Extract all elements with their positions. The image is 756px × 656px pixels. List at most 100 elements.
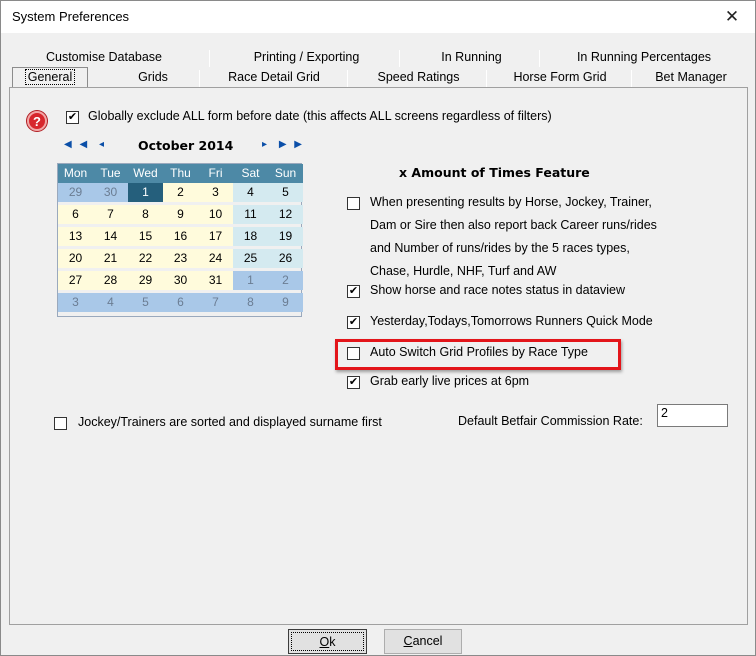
tab-separator (631, 70, 632, 87)
calendar-day[interactable]: 24 (198, 249, 233, 268)
quick-mode-label: Yesterday,Todays,Tomorrows Runners Quick… (370, 314, 653, 328)
calendar-prev-nav: ◀ ◀ ◂ (64, 139, 104, 155)
tab-in-running-percentages[interactable]: In Running Percentages (544, 48, 744, 67)
surname-first-checkbox[interactable] (54, 417, 67, 430)
calendar-day[interactable]: 12 (268, 205, 303, 224)
tab-separator (347, 70, 348, 87)
calendar-day[interactable]: 11 (233, 205, 268, 224)
next-week-icon[interactable]: ▸ (262, 139, 267, 150)
tab-bet-manager[interactable]: Bet Manager (636, 68, 746, 87)
calendar-day[interactable]: 16 (163, 227, 198, 246)
weekday-tue: Tue (100, 166, 121, 180)
calendar-day[interactable]: 25 (233, 249, 268, 268)
calendar-day[interactable]: 29 (128, 271, 163, 290)
tab-horse-form-grid[interactable]: Horse Form Grid (491, 68, 629, 87)
calendar-day[interactable]: 2 (163, 183, 198, 202)
betfair-rate-input[interactable]: 2 (657, 404, 728, 427)
calendar-week-row: 6 7 8 9 10 11 12 (58, 205, 303, 224)
auto-switch-label: Auto Switch Grid Profiles by Race Type (370, 345, 588, 359)
ok-button-focus: Ok (291, 632, 364, 651)
betfair-rate-label: Default Betfair Commission Rate: (458, 414, 643, 428)
prev-month-icon[interactable]: ◀ (79, 139, 87, 150)
calendar-day[interactable]: 4 (233, 183, 268, 202)
prev-year-icon[interactable]: ◀ (64, 139, 72, 150)
weekday-sat: Sat (241, 166, 260, 180)
auto-switch-checkbox[interactable] (347, 347, 360, 360)
next-year-icon[interactable]: ▶ (294, 139, 302, 150)
calendar-day[interactable]: 10 (198, 205, 233, 224)
calendar-day[interactable]: 15 (128, 227, 163, 246)
calendar-weekday-header: Mon Tue Wed Thu Fri Sat Sun (58, 164, 303, 183)
calendar-week-row: 3456789 (58, 293, 303, 312)
calendar-day[interactable]: 17 (198, 227, 233, 246)
quick-mode-checkbox[interactable]: ✔ (347, 316, 360, 329)
calendar-day[interactable]: 1 (128, 183, 163, 202)
calendar-day[interactable]: 4 (93, 293, 128, 312)
exclude-form-label: Globally exclude ALL form before date (t… (88, 109, 552, 123)
calendar-day[interactable]: 6 (163, 293, 198, 312)
calendar-week-row: 13 14 15 16 17 18 19 (58, 227, 303, 246)
calendar-day[interactable]: 27 (58, 271, 93, 290)
calendar-day[interactable]: 30 (93, 183, 128, 202)
calendar-day[interactable]: 8 (233, 293, 268, 312)
calendar-day[interactable]: 3 (198, 183, 233, 202)
calendar-day[interactable]: 26 (268, 249, 303, 268)
career-runs-checkbox[interactable] (347, 197, 360, 210)
tab-separator (209, 50, 210, 67)
calendar-week-row: 29 30 1 2 3 4 5 (58, 183, 303, 202)
calendar-day[interactable]: 9 (163, 205, 198, 224)
question-icon[interactable]: ? (27, 111, 47, 131)
calendar-day[interactable]: 1 (233, 271, 268, 290)
tab-race-detail-grid[interactable]: Race Detail Grid (204, 68, 344, 87)
tab-general-label: General (24, 69, 76, 85)
calendar-day[interactable]: 22 (128, 249, 163, 268)
weekday-fri: Fri (208, 166, 223, 180)
cancel-accel: C (403, 634, 413, 648)
calendar-day[interactable]: 2 (268, 271, 303, 290)
calendar-day[interactable]: 9 (268, 293, 303, 312)
tab-separator (399, 50, 400, 67)
tab-separator (199, 70, 200, 87)
calendar-day[interactable]: 30 (163, 271, 198, 290)
calendar-day[interactable]: 29 (58, 183, 93, 202)
calendar-day[interactable]: 7 (93, 205, 128, 224)
calendar-day[interactable]: 6 (58, 205, 93, 224)
tab-grids[interactable]: Grids (107, 68, 199, 87)
prev-week-icon[interactable]: ◂ (99, 139, 104, 150)
cancel-button[interactable]: Cancel (384, 629, 462, 654)
exclude-form-checkbox[interactable]: ✔ (66, 111, 79, 124)
ok-button[interactable]: Ok (288, 629, 367, 654)
career-runs-line: Chase, Hurdle, NHF, Turf and AW (370, 264, 557, 278)
calendar-day[interactable]: 20 (58, 249, 93, 268)
window-title: System Preferences (12, 9, 130, 24)
calendar-day[interactable]: 5 (268, 183, 303, 202)
calendar-day[interactable]: 8 (128, 205, 163, 224)
date-calendar: Mon Tue Wed Thu Fri Sat Sun 29 30 1 2 3 4 5 6 7 8… (57, 163, 303, 317)
tab-customise-database[interactable]: Customise Database (24, 48, 184, 67)
calendar-day[interactable]: 31 (198, 271, 233, 290)
next-month-icon[interactable]: ▶ (279, 139, 287, 150)
show-notes-checkbox[interactable]: ✔ (347, 285, 360, 298)
calendar-day[interactable]: 19 (268, 227, 303, 246)
tab-in-running[interactable]: In Running (404, 48, 539, 67)
career-runs-line: and Number of runs/rides by the 5 races … (370, 241, 630, 255)
title-bar: System Preferences ✕ (1, 1, 755, 33)
early-prices-checkbox[interactable]: ✔ (347, 376, 360, 389)
weekday-mon: Mon (63, 166, 88, 180)
tab-printing-exporting[interactable]: Printing / Exporting (214, 48, 399, 67)
calendar-day[interactable]: 5 (128, 293, 163, 312)
calendar-day[interactable]: 28 (93, 271, 128, 290)
calendar-day[interactable]: 14 (93, 227, 128, 246)
calendar-day[interactable]: 13 (58, 227, 93, 246)
calendar-day[interactable]: 3 (58, 293, 93, 312)
calendar-day[interactable]: 21 (93, 249, 128, 268)
tab-speed-ratings[interactable]: Speed Ratings (351, 68, 486, 87)
calendar-day[interactable]: 18 (233, 227, 268, 246)
close-icon[interactable]: ✕ (709, 1, 755, 33)
calendar-next-nav: ▸ ▶ ▶ (262, 139, 302, 155)
calendar-day[interactable]: 7 (198, 293, 233, 312)
tab-general[interactable]: General (12, 67, 88, 88)
calendar-week-row: 27 28 29 30 31 1 2 (58, 271, 303, 290)
calendar-day[interactable]: 23 (163, 249, 198, 268)
surname-first-label: Jockey/Trainers are sorted and displayed… (78, 415, 382, 429)
